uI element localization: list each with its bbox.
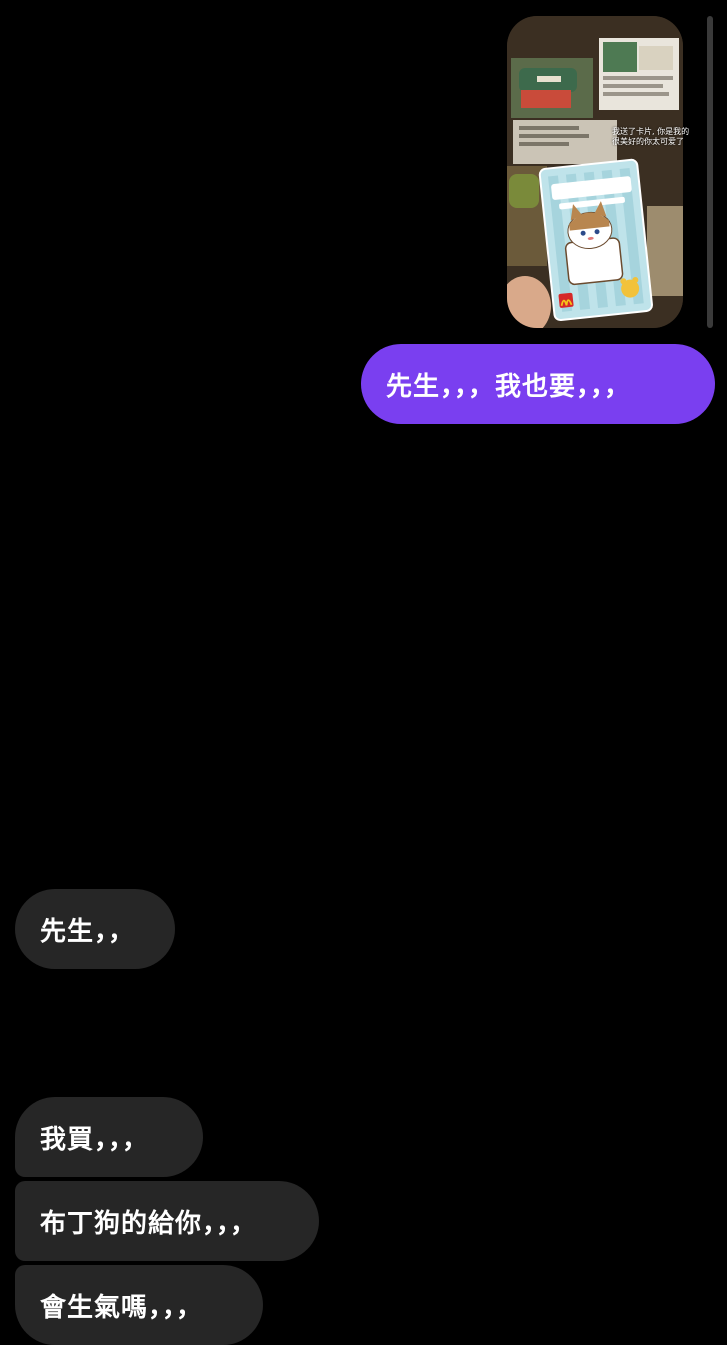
- shared-post-artwork: [507, 16, 683, 328]
- message-text: 會生氣嗎，，，: [40, 1292, 204, 1323]
- caption-line-2: 很美好的你太可爱了: [612, 137, 684, 146]
- scrollbar[interactable]: [707, 16, 713, 328]
- received-message-bubble[interactable]: 布丁狗的給你，，，: [15, 1181, 319, 1261]
- received-message-bubble[interactable]: 我買，，，: [15, 1097, 203, 1177]
- message-text: 布丁狗的給你，，，: [40, 1208, 258, 1239]
- shared-post-image[interactable]: [507, 16, 683, 328]
- received-message-bubble[interactable]: 會生氣嗎，，，: [15, 1265, 263, 1345]
- caption-line-1: 我送了卡片, 你是我的: [612, 127, 690, 136]
- sent-message-bubble[interactable]: 先生，，，我也要，，，: [361, 344, 715, 424]
- received-message-bubble[interactable]: 先生，，: [15, 889, 175, 969]
- message-text: 我買，，，: [40, 1124, 150, 1155]
- message-text: 先生，，，我也要，，，: [386, 371, 632, 402]
- message-text: 先生，，: [40, 916, 136, 947]
- shared-post-caption: 我送了卡片, 你是我的 很美好的你太可爱了: [612, 127, 689, 147]
